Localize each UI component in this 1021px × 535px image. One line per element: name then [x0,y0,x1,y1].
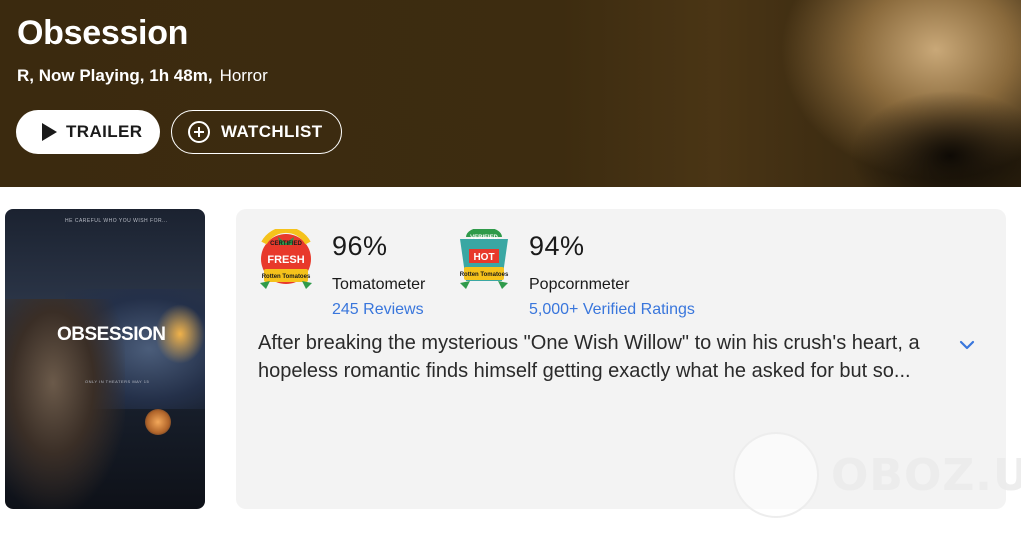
poster-footer: ONLY IN THEATERS MAY 15 [85,379,150,384]
hero-shadow [850,90,1021,187]
play-icon [42,123,57,141]
svg-text:Rotten Tomatoes: Rotten Tomatoes [460,272,509,278]
popcornmeter-ratings-link[interactable]: 5,000+ Verified Ratings [529,301,695,319]
watchlist-label: WATCHLIST [221,122,323,141]
svg-text:FRESH: FRESH [267,254,304,266]
plus-circle-icon [188,121,210,143]
tomatometer-label: Tomatometer [332,276,426,293]
verified-hot-icon: VERIFIED HOT Rotten Tomatoes [460,229,509,289]
popcornmeter-score: 94% [529,231,585,261]
movie-meta: R, Now Playing, 1h 48m, Horror [17,66,268,86]
svg-text:HOT: HOT [473,252,494,263]
tomatometer-score: 96% [332,231,388,261]
poster-glow-hand [145,409,171,435]
synopsis-line: After breaking the mysterious "One Wish … [258,332,920,354]
watermark-text: OBOZ.UA [831,450,1021,501]
meta-info: R, Now Playing, 1h 48m, [17,66,213,85]
certified-fresh-icon: CERTIFIED FRESH Rotten Tomatoes [260,229,312,289]
poster-tagline: HE CAREFUL WHO YOU WISH FOR... [65,218,168,224]
movie-poster[interactable]: HE CAREFUL WHO YOU WISH FOR... OBSESSION… [5,209,205,509]
meta-genre: Horror [219,66,268,85]
synopsis-line: hopeless romantic finds himself getting … [258,360,911,382]
svg-text:VERIFIED: VERIFIED [470,235,498,241]
svg-text:Rotten Tomatoes: Rotten Tomatoes [262,274,311,280]
page-title: Obsession [17,14,189,52]
trailer-label: TRAILER [66,122,143,141]
hero-banner: Obsession R, Now Playing, 1h 48m, Horror … [0,0,1021,187]
globe-icon [733,432,819,518]
popcornmeter-label: Popcornmeter [529,276,630,293]
trailer-button[interactable]: TRAILER [16,110,160,154]
chevron-down-icon[interactable] [959,338,975,352]
tomatometer-reviews-link[interactable]: 245 Reviews [332,301,424,319]
synopsis-text: After breaking the mysterious "One Wish … [258,329,958,385]
poster-title: OBSESSION [57,324,166,345]
svg-text:CERTIFIED: CERTIFIED [270,241,302,247]
watchlist-button[interactable]: WATCHLIST [171,110,342,154]
watermark: OBOZ.UA [733,432,1021,522]
